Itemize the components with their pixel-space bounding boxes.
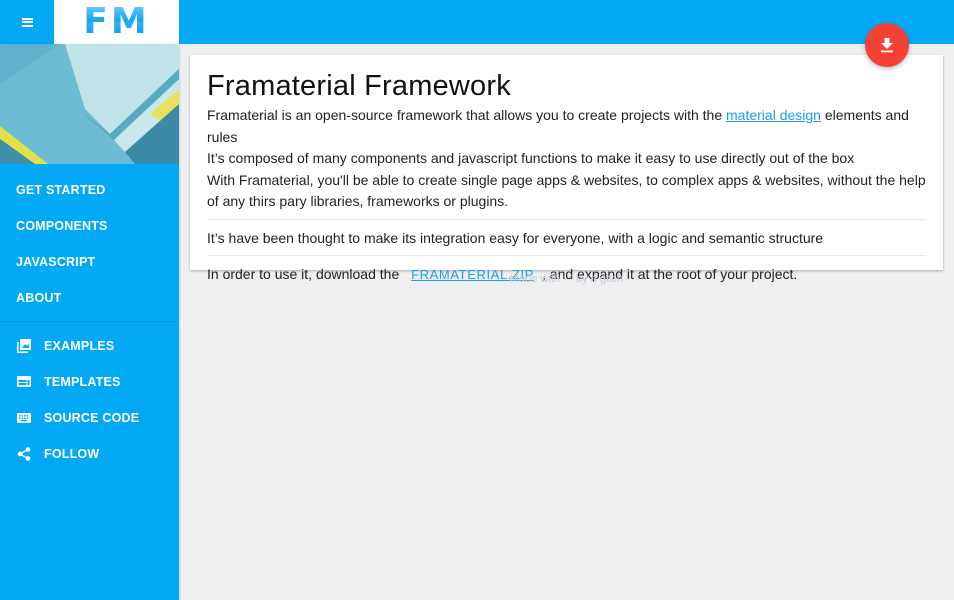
divider: [207, 218, 926, 220]
sidebar-item-label: COMPONENTS: [16, 219, 108, 233]
secondary-nav: EXAMPLES TEMPLATES SOURCE CODE FOLLOW: [0, 328, 179, 472]
photo-library-icon: [16, 338, 32, 354]
sidebar-item-get-started[interactable]: GET STARTED: [0, 172, 179, 208]
sidebar-item-label: GET STARTED: [16, 183, 106, 197]
sidebar-item-label: FOLLOW: [44, 447, 100, 461]
integration-paragraph: It’s have been thought to make its integ…: [207, 229, 824, 246]
sidebar-item-components[interactable]: COMPONENTS: [0, 208, 179, 244]
download-icon: [881, 38, 893, 53]
sidebar: GET STARTED COMPONENTS JAVASCRIPT ABOUT …: [0, 44, 179, 600]
sidebar-divider: [0, 321, 179, 322]
primary-nav: GET STARTED COMPONENTS JAVASCRIPT ABOUT: [0, 164, 179, 316]
sidebar-item-label: SOURCE CODE: [44, 411, 140, 425]
sidebar-item-about[interactable]: ABOUT: [0, 280, 179, 316]
page-title: Framaterial Framework: [207, 70, 511, 102]
sidebar-item-label: ABOUT: [16, 291, 62, 305]
logo[interactable]: FM: [54, 0, 179, 44]
share-icon: [16, 446, 32, 462]
keyboard-icon: [16, 410, 32, 426]
sidebar-item-label: EXAMPLES: [44, 339, 115, 353]
sidebar-item-label: TEMPLATES: [44, 375, 121, 389]
web-template-icon: [16, 374, 32, 390]
download-fab-button[interactable]: [865, 23, 909, 67]
sidebar-item-follow[interactable]: FOLLOW: [0, 436, 179, 472]
sidebar-item-javascript[interactable]: JAVASCRIPT: [0, 244, 179, 280]
sidebar-item-templates[interactable]: TEMPLATES: [0, 364, 179, 400]
intro-card: Framaterial Framework Framaterial is an …: [190, 55, 943, 282]
menu-button[interactable]: [0, 0, 54, 44]
hamburger-menu-icon: [21, 17, 33, 27]
divider: [207, 255, 926, 256]
intro-text: It’s composed of many components and jav…: [207, 150, 855, 166]
intro-text: With Framaterial, you'll be able to crea…: [207, 171, 926, 210]
sidebar-item-examples[interactable]: EXAMPLES: [0, 328, 179, 364]
material-design-link[interactable]: material design: [726, 107, 821, 123]
footer-credit: - Made with ♡ by a gitch -: [503, 273, 630, 285]
sidebar-item-source-code[interactable]: SOURCE CODE: [0, 400, 179, 436]
sidebar-item-label: JAVASCRIPT: [16, 255, 96, 269]
intro-text: Framaterial is an open-source framework …: [207, 107, 727, 123]
material-design-banner: [0, 44, 179, 164]
logo-text: FM: [83, 1, 150, 42]
intro-paragraph: Framaterial is an open-source framework …: [207, 105, 926, 213]
